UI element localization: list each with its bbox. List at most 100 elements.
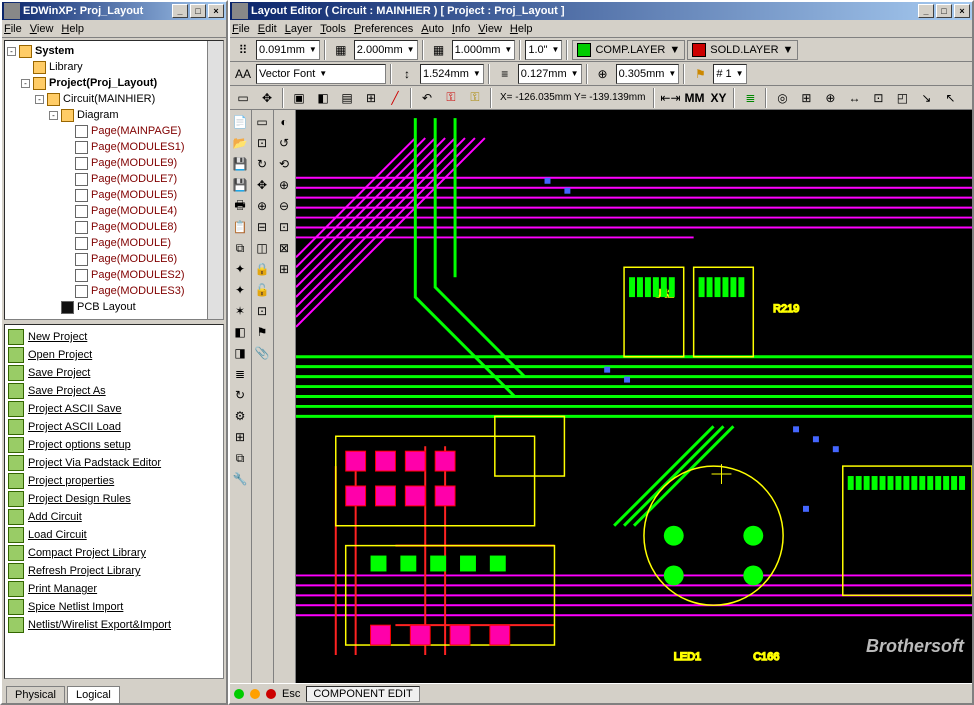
layers-icon[interactable]: ≣ bbox=[739, 87, 761, 109]
tree-toggle-icon[interactable]: - bbox=[49, 111, 58, 120]
tool-button[interactable]: ⧉ bbox=[230, 448, 250, 468]
tool-button[interactable]: ✥ bbox=[252, 175, 272, 195]
menu-view[interactable]: View bbox=[30, 23, 54, 35]
tool-button[interactable]: ⚑ bbox=[252, 322, 272, 342]
tab-logical[interactable]: Logical bbox=[67, 686, 120, 703]
tool-button[interactable]: 🔒 bbox=[252, 259, 272, 279]
font-dropdown[interactable]: Vector Font▼ bbox=[256, 64, 386, 84]
tool-button[interactable]: ⊕ bbox=[252, 196, 272, 216]
tree-item[interactable]: -Circuit(MAINHIER) bbox=[7, 91, 205, 107]
tool-layer1-icon[interactable]: ▣ bbox=[288, 87, 310, 109]
tool-button[interactable]: ◧ bbox=[230, 322, 250, 342]
menu-info[interactable]: Info bbox=[452, 23, 470, 35]
tool-button[interactable]: ⊕ bbox=[274, 175, 294, 195]
tool-select-icon[interactable]: ▭ bbox=[232, 87, 254, 109]
pan-icon[interactable]: ↘ bbox=[915, 87, 937, 109]
tool-button[interactable]: ⊞ bbox=[230, 427, 250, 447]
unit-xy-button[interactable]: XY bbox=[707, 87, 729, 109]
tree-item[interactable]: Page(MODULE8) bbox=[7, 219, 205, 235]
menu-edit[interactable]: Edit bbox=[258, 23, 277, 35]
action-link[interactable]: Project Design Rules bbox=[8, 490, 220, 508]
grid-on-icon[interactable]: ⊞ bbox=[795, 87, 817, 109]
tree-item[interactable]: Page(MODULES2) bbox=[7, 267, 205, 283]
action-link[interactable]: Spice Netlist Import bbox=[8, 598, 220, 616]
tree-toggle-icon[interactable]: - bbox=[7, 47, 16, 56]
tree-scrollbar[interactable] bbox=[207, 41, 223, 319]
menu-view[interactable]: View bbox=[478, 23, 502, 35]
action-link[interactable]: Project ASCII Load bbox=[8, 418, 220, 436]
comp-layer-selector[interactable]: COMP.LAYER▼ bbox=[572, 40, 685, 60]
tree-item[interactable]: -System bbox=[7, 43, 205, 59]
tool-button[interactable]: 📋 bbox=[230, 217, 250, 237]
tool-button[interactable]: ⧉ bbox=[230, 238, 250, 258]
action-link[interactable]: Open Project bbox=[8, 346, 220, 364]
tool-button[interactable]: ⊟ bbox=[252, 217, 272, 237]
tool-button[interactable]: ⊡ bbox=[274, 217, 294, 237]
text-height-icon[interactable]: ↕ bbox=[396, 63, 418, 85]
tool-button[interactable]: ✶ bbox=[230, 301, 250, 321]
tool-button[interactable]: ⊡ bbox=[252, 301, 272, 321]
tree-item[interactable]: -Project(Proj_Layout) bbox=[7, 75, 205, 91]
grid-snap-dropdown[interactable]: 1.000mm▼ bbox=[452, 40, 516, 60]
tool-button[interactable]: 📂 bbox=[230, 133, 250, 153]
tree-item[interactable]: Library bbox=[7, 59, 205, 75]
action-link[interactable]: New Project bbox=[8, 328, 220, 346]
tool-button[interactable]: 🖶 bbox=[230, 196, 250, 216]
line-width-icon[interactable]: ≡ bbox=[494, 63, 516, 85]
tool-button[interactable]: 📎 bbox=[252, 343, 272, 363]
unit-mm-button[interactable]: MM bbox=[683, 87, 705, 109]
tool-button[interactable]: ↻ bbox=[230, 385, 250, 405]
editor-close-button[interactable]: × bbox=[954, 4, 970, 18]
tool-button[interactable]: 📄 bbox=[230, 112, 250, 132]
menu-preferences[interactable]: Preferences bbox=[354, 23, 413, 35]
tree-item[interactable]: Page(MODULES1) bbox=[7, 139, 205, 155]
grid-fine-dropdown[interactable]: 0.091mm▼ bbox=[256, 40, 320, 60]
line-width-dropdown[interactable]: 0.127mm▼ bbox=[518, 64, 582, 84]
zoom-in-icon[interactable]: ⊡ bbox=[867, 87, 889, 109]
snap-icon[interactable]: ▦ bbox=[428, 39, 450, 61]
tool-undo-icon[interactable]: ↶ bbox=[416, 87, 438, 109]
action-link[interactable]: Save Project bbox=[8, 364, 220, 382]
tool-move-icon[interactable]: ✥ bbox=[256, 87, 278, 109]
action-link[interactable]: Load Circuit bbox=[8, 526, 220, 544]
menu-auto[interactable]: Auto bbox=[421, 23, 444, 35]
menu-help[interactable]: Help bbox=[510, 23, 533, 35]
tool-button[interactable]: ↺ bbox=[274, 133, 294, 153]
maximize-button[interactable]: □ bbox=[190, 4, 206, 18]
tree-item[interactable]: Page(MODULE5) bbox=[7, 187, 205, 203]
zoom-dropdown[interactable]: 1.0"▼ bbox=[525, 40, 562, 60]
tab-physical[interactable]: Physical bbox=[6, 686, 65, 703]
menu-file[interactable]: File bbox=[4, 23, 22, 35]
tool-button[interactable]: ✦ bbox=[230, 259, 250, 279]
action-link[interactable]: Netlist/Wirelist Export&Import bbox=[8, 616, 220, 634]
tool-button[interactable]: 💾 bbox=[230, 175, 250, 195]
grid-dots-icon[interactable]: ⠿ bbox=[232, 39, 254, 61]
minimize-button[interactable]: _ bbox=[172, 4, 188, 18]
action-link[interactable]: Project Via Padstack Editor bbox=[8, 454, 220, 472]
tree-item[interactable]: Page(MODULE6) bbox=[7, 251, 205, 267]
action-link[interactable]: Refresh Project Library bbox=[8, 562, 220, 580]
tree-item[interactable]: PCB Layout bbox=[7, 299, 205, 315]
tree-toggle-icon[interactable]: - bbox=[35, 95, 44, 104]
tool-button[interactable]: ⊡ bbox=[252, 133, 272, 153]
tool-button[interactable]: ◨ bbox=[230, 343, 250, 363]
tool-route-icon[interactable]: ╱ bbox=[384, 87, 406, 109]
editor-maximize-button[interactable]: □ bbox=[936, 4, 952, 18]
zoom-window-icon[interactable]: ◰ bbox=[891, 87, 913, 109]
sold-layer-selector[interactable]: SOLD.LAYER▼ bbox=[687, 40, 798, 60]
measure-icon[interactable]: ↔ bbox=[843, 87, 865, 109]
tool-button[interactable]: 🔧 bbox=[230, 469, 250, 489]
tool-button[interactable]: ✦ bbox=[230, 280, 250, 300]
origin-icon[interactable]: ⊕ bbox=[819, 87, 841, 109]
fit-width-icon[interactable]: ⇤⇥ bbox=[659, 87, 681, 109]
net-dropdown[interactable]: # 1▼ bbox=[713, 64, 746, 84]
tool-button[interactable]: 💾 bbox=[230, 154, 250, 174]
menu-tools[interactable]: Tools bbox=[320, 23, 346, 35]
action-link[interactable]: Add Circuit bbox=[8, 508, 220, 526]
drc-icon[interactable]: ◎ bbox=[771, 87, 793, 109]
tool-key-icon[interactable]: ⚿ bbox=[464, 87, 486, 109]
font-size-icon[interactable]: AA bbox=[232, 63, 254, 85]
tree-item[interactable]: Page(MODULES3) bbox=[7, 283, 205, 299]
tool-button[interactable]: ⊖ bbox=[274, 196, 294, 216]
action-link[interactable]: Save Project As bbox=[8, 382, 220, 400]
